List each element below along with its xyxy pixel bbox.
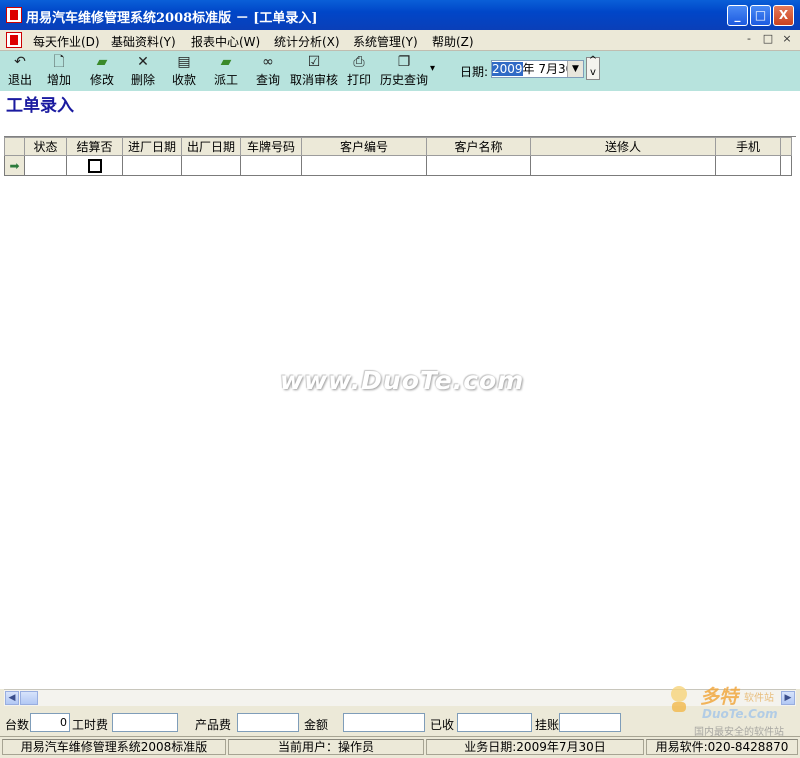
label-product-fee: 产品费	[195, 718, 232, 732]
printer-icon: ⎙	[353, 54, 365, 70]
checkbox-icon: ☑	[307, 54, 321, 70]
scroll-left-icon[interactable]: ◀	[5, 691, 19, 705]
print-button[interactable]: ⎙ 打印	[344, 53, 374, 88]
mdi-close-button[interactable]: ×	[780, 32, 794, 46]
receive-payment-button[interactable]: ▤ 收款	[168, 53, 200, 88]
work-order-grid[interactable]: 状态 结算否 进厂日期 出厂日期 车牌号码 客户编号 客户名称 送修人 手机 ➡	[4, 136, 796, 691]
menu-daily-work[interactable]: 每天作业(D)	[33, 33, 100, 50]
grid-header-row: 状态 结算否 进厂日期 出厂日期 车牌号码 客户编号 客户名称 送修人 手机	[4, 137, 792, 156]
count-field[interactable]: 0	[30, 713, 70, 732]
cell-status[interactable]	[24, 155, 67, 176]
cell-customer-id[interactable]	[301, 155, 427, 176]
binoculars-icon: ∞	[262, 54, 274, 70]
status-current-user: 当前用户：操作员	[228, 739, 424, 755]
undo-arrow-icon: ↶	[14, 54, 26, 70]
col-settled[interactable]: 结算否	[66, 137, 123, 156]
table-row[interactable]: ➡	[4, 155, 792, 176]
col-sender[interactable]: 送修人	[530, 137, 716, 156]
mdi-child-icon[interactable]	[6, 32, 22, 48]
current-row-indicator: ➡	[4, 155, 25, 176]
date-year-selected: 2009	[492, 62, 523, 76]
toolbar: ↶ 退出 🗋 增加 ▰ 修改 ✕ 删除 ▤ 收款 ▰ 派工 ∞ 查询 ☑ 取消审…	[0, 51, 800, 91]
status-business-date: 业务日期:2009年7月30日	[426, 739, 644, 755]
close-button[interactable]: X	[773, 5, 794, 26]
add-button[interactable]: 🗋 增加	[43, 53, 75, 88]
folder-edit-icon: ▰	[96, 54, 108, 70]
history-query-button[interactable]: ❐ 历史查询	[378, 53, 430, 88]
dispatch-button[interactable]: ▰ 派工	[210, 53, 242, 88]
on-account-field[interactable]	[559, 713, 621, 732]
cell-settled[interactable]	[66, 155, 123, 176]
logo-sub: 软件站	[744, 693, 774, 704]
row-indicator-header	[4, 137, 25, 156]
spin-up-icon[interactable]: ^	[587, 55, 599, 66]
date-label: 日期:	[460, 65, 489, 79]
cell-entry-date[interactable]	[122, 155, 182, 176]
maximize-button[interactable]: □	[750, 5, 771, 26]
label-labor-fee: 工时费	[72, 718, 109, 732]
cancel-review-button[interactable]: ☑ 取消审核	[288, 53, 340, 88]
amount-field[interactable]	[343, 713, 425, 732]
arrow-right-icon: ➡	[9, 158, 20, 173]
exit-button[interactable]: ↶ 退出	[5, 53, 35, 88]
window-titlebar: 用易汽车维修管理系统2008标准版 － [工单录入] _ □ X	[0, 0, 800, 30]
delete-x-icon: ✕	[137, 54, 149, 70]
menu-base-data[interactable]: 基础资料(Y)	[111, 33, 176, 50]
menu-report-center[interactable]: 报表中心(W)	[191, 33, 260, 50]
label-amount: 金额	[304, 718, 329, 732]
edit-button[interactable]: ▰ 修改	[86, 53, 118, 88]
col-mobile[interactable]: 手机	[715, 137, 781, 156]
cell-exit-date[interactable]	[181, 155, 241, 176]
col-exit-date[interactable]: 出厂日期	[181, 137, 241, 156]
mdi-minimize-button[interactable]: -	[742, 32, 756, 46]
cell-plate-number[interactable]	[240, 155, 302, 176]
folder-dispatch-icon: ▰	[220, 54, 232, 70]
product-fee-field[interactable]	[237, 713, 299, 732]
toolbar-overflow-chevron-icon[interactable]: ▾	[430, 63, 435, 74]
logo-tagline: 国内最安全的软件站	[694, 727, 784, 738]
col-entry-date[interactable]: 进厂日期	[122, 137, 182, 156]
page-title: 工单录入	[6, 96, 74, 116]
cell-sender[interactable]	[530, 155, 716, 176]
col-customer-id[interactable]: 客户编号	[301, 137, 427, 156]
scroll-thumb[interactable]	[20, 691, 38, 705]
col-customer-name[interactable]: 客户名称	[426, 137, 531, 156]
cell-filler	[780, 155, 792, 176]
menu-help[interactable]: 帮助(Z)	[432, 33, 474, 50]
chevron-down-icon[interactable]: ▼	[567, 61, 583, 77]
status-app-name: 用易汽车维修管理系统2008标准版	[2, 739, 226, 755]
watermark-text: www.DuoTe.com	[280, 366, 525, 395]
labor-fee-field[interactable]	[112, 713, 178, 732]
logo-site: DuoTe.Com	[702, 707, 778, 721]
logo-brand: 多特	[700, 686, 739, 708]
mdi-restore-button[interactable]: □	[761, 32, 775, 46]
menu-bar: 每天作业(D) 基础资料(Y) 报表中心(W) 统计分析(X) 系统管理(Y) …	[0, 30, 800, 51]
date-picker[interactable]: 2009年 7月30 ▼	[491, 60, 584, 78]
cell-customer-name[interactable]	[426, 155, 531, 176]
delete-button[interactable]: ✕ 删除	[127, 53, 159, 88]
date-spinner[interactable]: ^ v	[586, 55, 600, 80]
app-icon	[6, 7, 22, 23]
settled-checkbox[interactable]	[87, 158, 102, 173]
query-button[interactable]: ∞ 查询	[252, 53, 284, 88]
add-document-icon: 🗋	[53, 54, 65, 70]
menu-statistics[interactable]: 统计分析(X)	[274, 33, 340, 50]
col-status[interactable]: 状态	[24, 137, 67, 156]
label-received: 已收	[430, 718, 455, 732]
spin-down-icon[interactable]: v	[587, 67, 599, 78]
cell-mobile[interactable]	[715, 155, 781, 176]
site-logo: 多特 软件站 DuoTe.Com 国内最安全的软件站	[664, 680, 794, 742]
received-field[interactable]	[457, 713, 532, 732]
minimize-button[interactable]: _	[727, 5, 748, 26]
receipt-icon: ▤	[177, 54, 191, 70]
label-on-account: 挂账	[535, 718, 560, 732]
menu-system[interactable]: 系统管理(Y)	[353, 33, 418, 50]
col-plate-number[interactable]: 车牌号码	[240, 137, 302, 156]
col-filler	[780, 137, 792, 156]
mascot-icon	[671, 686, 687, 712]
label-count: 台数	[5, 718, 30, 732]
date-rest: 年 7月30	[522, 62, 574, 76]
window-title: 用易汽车维修管理系统2008标准版 － [工单录入]	[26, 11, 318, 26]
history-icon: ❐	[397, 54, 411, 70]
